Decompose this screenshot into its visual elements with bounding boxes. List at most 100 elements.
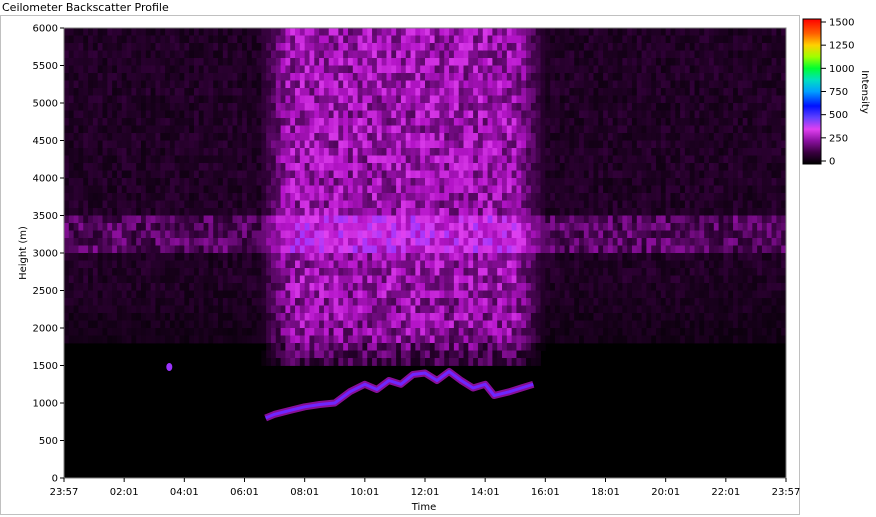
heatmap-cell: [598, 208, 604, 216]
heatmap-cell: [290, 298, 296, 306]
heatmap-cell: [309, 223, 315, 231]
heatmap-cell: [593, 215, 599, 224]
heatmap-cell: [468, 208, 474, 216]
heatmap-cell: [352, 103, 359, 111]
heatmap-cell: [246, 290, 253, 299]
heatmap-cell: [256, 140, 262, 149]
heatmap-cell: [131, 170, 137, 179]
heatmap-cell: [362, 73, 368, 81]
heatmap-cell: [126, 80, 132, 89]
heatmap-cell: [559, 215, 565, 224]
heatmap-cell: [314, 148, 320, 156]
heatmap-cell: [295, 185, 301, 194]
heatmap-cell: [68, 118, 75, 126]
heatmap-cell: [554, 238, 561, 246]
heatmap-cell: [83, 50, 89, 59]
heatmap-cell: [535, 193, 541, 201]
heatmap-cell: [309, 170, 315, 179]
heatmap-cell: [564, 260, 570, 269]
heatmap-cell: [68, 95, 75, 104]
heatmap-cell: [73, 125, 79, 134]
heatmap-cell: [78, 125, 84, 134]
heatmap-cell: [290, 185, 296, 194]
heatmap-cell: [213, 305, 219, 314]
heatmap-cell: [256, 260, 262, 269]
heatmap-cell: [540, 35, 546, 44]
heatmap-cell: [468, 118, 474, 126]
heatmap-cell: [208, 163, 214, 171]
heatmap-cell: [367, 140, 373, 149]
heatmap-cell: [242, 163, 248, 171]
heatmap-cell: [155, 335, 161, 344]
heatmap-cell: [208, 155, 214, 164]
heatmap-cell: [612, 65, 618, 74]
heatmap-cell: [535, 110, 541, 119]
heatmap-cell: [136, 313, 142, 321]
heatmap-cell: [540, 253, 546, 261]
heatmap-cell: [78, 170, 84, 179]
heatmap-cell: [150, 223, 156, 231]
heatmap-cell: [102, 95, 108, 104]
heatmap-cell: [242, 208, 248, 216]
heatmap-cell: [198, 28, 204, 36]
heatmap-cell: [83, 73, 89, 81]
heatmap-cell: [583, 50, 590, 59]
heatmap-cell: [574, 320, 580, 329]
heatmap-cell: [487, 223, 493, 231]
heatmap-cell: [526, 148, 532, 156]
heatmap-cell: [352, 73, 359, 81]
heatmap-cell: [603, 35, 609, 44]
heatmap-cell: [92, 223, 99, 231]
heatmap-cell: [319, 223, 325, 231]
heatmap-cell: [357, 290, 363, 299]
heatmap-cell: [444, 253, 450, 261]
heatmap-cell: [227, 103, 233, 111]
heatmap-cell: [246, 193, 253, 201]
heatmap-cell: [449, 245, 455, 254]
heatmap-cell: [237, 298, 243, 306]
heatmap-cell: [64, 215, 70, 224]
heatmap-cell: [343, 245, 349, 254]
heatmap-cell: [463, 253, 469, 261]
heatmap-cell: [569, 35, 575, 44]
heatmap-cell: [372, 208, 378, 216]
heatmap-cell: [299, 193, 306, 201]
heatmap-cell: [400, 125, 407, 134]
heatmap-cell: [150, 260, 156, 269]
heatmap-cell: [554, 178, 561, 186]
heatmap-cell: [612, 73, 618, 81]
heatmap-cell: [540, 73, 546, 81]
heatmap-cell: [521, 73, 527, 81]
heatmap-cell: [502, 245, 508, 254]
heatmap-cell: [415, 35, 421, 44]
heatmap-cell: [299, 103, 306, 111]
heatmap-cell: [83, 58, 89, 66]
heatmap-cell: [463, 230, 469, 239]
heatmap-cell: [453, 35, 460, 44]
heatmap-cell: [415, 343, 421, 351]
heatmap-cell: [107, 178, 113, 186]
heatmap-cell: [468, 305, 474, 314]
heatmap-cell: [540, 335, 546, 344]
heatmap-cell: [155, 320, 161, 329]
heatmap-cell: [121, 208, 127, 216]
heatmap-cell: [535, 260, 541, 269]
heatmap-cell: [593, 73, 599, 81]
heatmap-cell: [593, 155, 599, 164]
heatmap-cell: [261, 50, 267, 59]
heatmap-cell: [203, 185, 209, 194]
heatmap-cell: [607, 88, 614, 96]
heatmap-cell: [434, 283, 440, 291]
heatmap-cell: [275, 43, 281, 51]
heatmap-cell: [598, 275, 604, 284]
heatmap-cell: [275, 95, 281, 104]
heatmap-cell: [574, 110, 580, 119]
heatmap-cell: [73, 170, 79, 179]
heatmap-cell: [598, 305, 604, 314]
heatmap-cell: [540, 163, 546, 171]
heatmap-cell: [530, 58, 537, 66]
heatmap-cell: [607, 230, 614, 239]
heatmap-cell: [347, 140, 354, 149]
heatmap-cell: [203, 155, 209, 164]
heatmap-cell: [511, 335, 517, 344]
